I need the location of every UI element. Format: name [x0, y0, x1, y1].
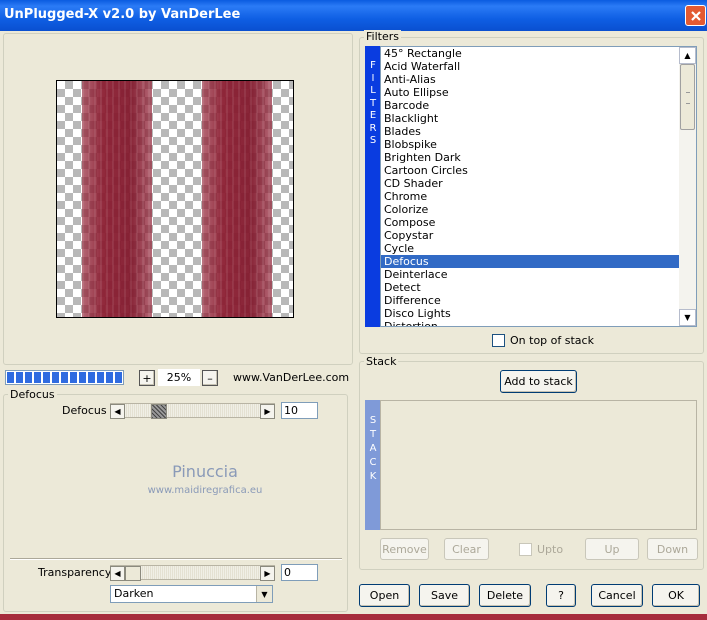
- filter-item[interactable]: Copystar: [381, 229, 696, 242]
- stack-side-letter: A: [369, 443, 377, 454]
- filters-side-letter: F: [370, 60, 376, 71]
- preview-stripe: [82, 81, 152, 317]
- filter-item[interactable]: Distortion: [381, 320, 696, 326]
- defocus-slider[interactable]: ◀ ▶: [110, 403, 275, 419]
- watermark-name: Pinuccia: [172, 462, 238, 481]
- down-button[interactable]: Down: [647, 538, 698, 560]
- filters-side-letter: T: [369, 97, 377, 109]
- upto-checkbox[interactable]: [519, 543, 532, 556]
- blend-mode-select[interactable]: Darken ▼: [110, 585, 273, 603]
- filters-list[interactable]: 45° Rectangle Acid Waterfall Anti-Alias Aut…: [380, 46, 697, 327]
- transparency-thumb[interactable]: [125, 566, 141, 581]
- close-button[interactable]: [685, 5, 706, 26]
- up-button[interactable]: Up: [585, 538, 639, 560]
- filter-item[interactable]: Compose: [381, 216, 696, 229]
- watermark-url: www.maidiregrafica.eu: [147, 485, 263, 496]
- transparency-slider[interactable]: ◀ ▶: [110, 565, 275, 581]
- progress-bar: [5, 370, 124, 385]
- filters-group-label: Filters: [364, 30, 401, 43]
- defocus-left-arrow[interactable]: ◀: [110, 404, 125, 419]
- ok-button[interactable]: OK: [652, 584, 700, 607]
- filters-side-label: FILTERS: [365, 46, 381, 327]
- zoom-in-button[interactable]: +: [139, 370, 155, 386]
- zoom-out-button[interactable]: –: [202, 370, 218, 386]
- filter-item[interactable]: Colorize: [381, 203, 696, 216]
- scroll-up-icon[interactable]: ▲: [679, 47, 696, 64]
- filter-item[interactable]: Anti-Alias: [381, 73, 696, 86]
- zoom-level: 25%: [158, 369, 200, 386]
- filter-item[interactable]: Barcode: [381, 99, 696, 112]
- filters-side-letter: L: [370, 85, 376, 96]
- stack-list[interactable]: [380, 400, 697, 530]
- filter-item[interactable]: 45° Rectangle: [381, 47, 696, 60]
- delete-button[interactable]: Delete: [479, 584, 531, 607]
- stack-side-letter: C: [369, 457, 377, 468]
- stack-side-letter: T: [369, 429, 377, 440]
- filter-item[interactable]: Deinterlace: [381, 268, 696, 281]
- filters-side-letter: S: [369, 135, 377, 146]
- website-link[interactable]: www.VanDerLee.com: [233, 371, 349, 384]
- progress-fill: [7, 372, 122, 383]
- filter-item[interactable]: Blobspike: [381, 138, 696, 151]
- preview-image[interactable]: [56, 80, 294, 318]
- filter-item[interactable]: Auto Ellipse: [381, 86, 696, 99]
- defocus-value-field[interactable]: 10: [281, 402, 318, 419]
- params-group-label: Defocus: [8, 388, 57, 401]
- upto-label: Upto: [537, 543, 564, 556]
- stack-group-label: Stack: [364, 355, 399, 368]
- filter-item[interactable]: Defocus: [381, 255, 696, 268]
- cancel-button[interactable]: Cancel: [591, 584, 643, 607]
- filters-items: 45° Rectangle Acid Waterfall Anti-Alias Aut…: [381, 47, 696, 326]
- filters-side-letter: E: [369, 110, 377, 121]
- filters-scrollbar[interactable]: ▲ ▼: [679, 47, 696, 326]
- defocus-label: Defocus: [62, 404, 107, 417]
- transparency-left-arrow[interactable]: ◀: [110, 566, 125, 581]
- stack-side-letter: K: [369, 471, 377, 482]
- clear-button[interactable]: Clear: [444, 538, 489, 560]
- transparency-right-arrow[interactable]: ▶: [260, 566, 275, 581]
- filter-item[interactable]: Difference: [381, 294, 696, 307]
- on-top-label: On top of stack: [510, 334, 594, 347]
- preview-stripe: [202, 81, 272, 317]
- save-button[interactable]: Save: [419, 584, 470, 607]
- chevron-down-icon[interactable]: ▼: [256, 586, 272, 602]
- window-title: UnPlugged-X v2.0 by VanDerLee: [4, 7, 241, 22]
- scroll-thumb[interactable]: [680, 64, 695, 130]
- close-icon: [690, 10, 701, 21]
- filter-item[interactable]: Blacklight: [381, 112, 696, 125]
- filter-item[interactable]: CD Shader: [381, 177, 696, 190]
- add-to-stack-button[interactable]: Add to stack: [500, 370, 577, 393]
- defocus-right-arrow[interactable]: ▶: [260, 404, 275, 419]
- filter-item[interactable]: Brighten Dark: [381, 151, 696, 164]
- transparency-label: Transparency: [38, 566, 112, 579]
- on-top-checkbox[interactable]: [492, 334, 505, 347]
- filter-item[interactable]: Cycle: [381, 242, 696, 255]
- stack-side-letter: S: [369, 415, 377, 426]
- help-button[interactable]: ?: [546, 584, 576, 607]
- filter-item[interactable]: Acid Waterfall: [381, 60, 696, 73]
- filter-item[interactable]: Detect: [381, 281, 696, 294]
- filters-side-letter: I: [371, 72, 375, 84]
- scroll-down-icon[interactable]: ▼: [679, 309, 696, 326]
- filter-item[interactable]: Blades: [381, 125, 696, 138]
- open-button[interactable]: Open: [359, 584, 410, 607]
- bottom-strip: [0, 614, 707, 620]
- defocus-thumb[interactable]: [151, 404, 167, 419]
- title-bar[interactable]: UnPlugged-X v2.0 by VanDerLee: [0, 0, 707, 31]
- filter-item[interactable]: Chrome: [381, 190, 696, 203]
- filters-side-letter: R: [369, 122, 377, 134]
- blend-mode-value: Darken: [114, 587, 154, 600]
- remove-button[interactable]: Remove: [380, 538, 429, 560]
- filter-item[interactable]: Disco Lights: [381, 307, 696, 320]
- transparency-value-field[interactable]: 0: [281, 564, 318, 581]
- divider: [10, 558, 342, 560]
- filter-item[interactable]: Cartoon Circles: [381, 164, 696, 177]
- stack-side-label: STACK: [365, 400, 381, 530]
